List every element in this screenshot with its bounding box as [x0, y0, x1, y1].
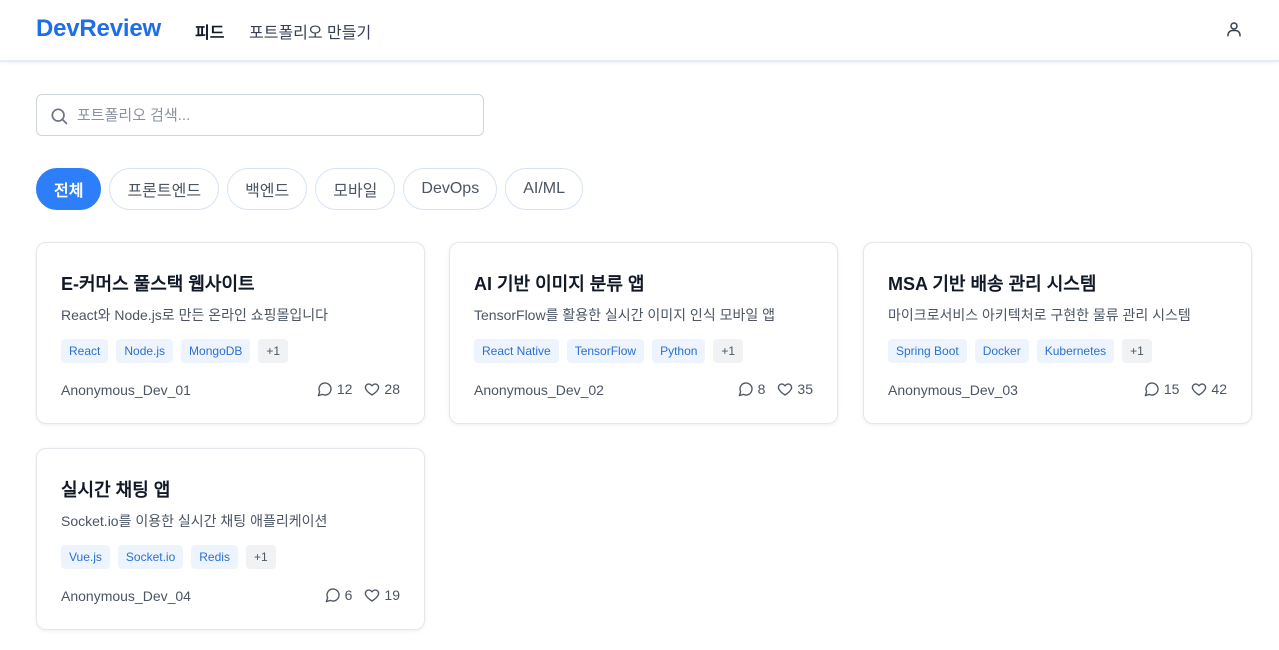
tech-tag: Redis	[191, 545, 238, 569]
like-count: 35	[777, 381, 813, 397]
comment-icon	[325, 588, 340, 603]
tech-tag: Node.js	[116, 339, 174, 363]
tech-tag: Spring Boot	[888, 339, 967, 363]
more-tags-badge: +1	[713, 339, 744, 363]
card-stats: 15 42	[1144, 381, 1227, 397]
card-stats: 12 28	[317, 381, 400, 397]
card-stats: 8 35	[738, 381, 813, 397]
search-box	[36, 94, 484, 136]
card-description: React와 Node.js로 만든 온라인 쇼핑몰입니다	[61, 307, 329, 323]
portfolio-card[interactable]: E-커머스 풀스택 웹사이트 React와 Node.js로 만든 온라인 쇼핑…	[36, 242, 425, 424]
comment-icon	[317, 382, 332, 397]
like-count: 42	[1191, 381, 1227, 397]
nav-feed[interactable]: 피드	[195, 19, 224, 43]
card-description: Socket.io를 이용한 실시간 채팅 애플리케이션	[61, 513, 328, 529]
user-profile-button[interactable]	[1222, 17, 1246, 41]
category-filters: 전체 프론트엔드 백엔드 모바일 DevOps AI/ML	[36, 168, 583, 210]
more-tags-badge: +1	[1122, 339, 1152, 363]
card-title: 실시간 채팅 앱	[61, 480, 171, 500]
tech-tag: Vue.js	[61, 545, 110, 569]
search-icon	[51, 108, 68, 125]
like-count: 19	[364, 587, 400, 603]
card-tags: Spring Boot Docker Kubernetes +1	[888, 339, 1152, 363]
comment-icon	[1144, 382, 1159, 397]
tech-tag: React	[61, 339, 109, 363]
card-title: AI 기반 이미지 분류 앱	[474, 274, 645, 294]
tech-tag: MongoDB	[181, 339, 251, 363]
card-author: Anonymous_Dev_02	[474, 382, 604, 398]
heart-icon	[365, 383, 380, 396]
tech-tag: React Native	[474, 339, 559, 363]
filter-devops[interactable]: DevOps	[403, 168, 498, 210]
tech-tag: TensorFlow	[566, 339, 645, 363]
more-tags-badge: +1	[258, 339, 289, 363]
card-title: MSA 기반 배송 관리 시스템	[888, 274, 1097, 294]
heart-icon	[1192, 383, 1207, 396]
card-description: 마이크로서비스 아키텍처로 구현한 물류 관리 시스템	[888, 307, 1191, 323]
card-author: Anonymous_Dev_01	[61, 382, 191, 398]
card-description: TensorFlow를 활용한 실시간 이미지 인식 모바일 앱	[474, 307, 775, 323]
filter-backend[interactable]: 백엔드	[227, 168, 308, 210]
card-tags: React Node.js MongoDB +1	[61, 339, 289, 363]
tech-tag: Python	[652, 339, 706, 363]
card-author: Anonymous_Dev_03	[888, 382, 1018, 398]
nav-create-portfolio[interactable]: 포트폴리오 만들기	[249, 19, 371, 43]
card-author: Anonymous_Dev_04	[61, 588, 191, 604]
tech-tag: Socket.io	[117, 545, 184, 569]
heart-icon	[778, 383, 793, 396]
card-tags: Vue.js Socket.io Redis +1	[61, 545, 276, 569]
portfolio-card[interactable]: AI 기반 이미지 분류 앱 TensorFlow를 활용한 실시간 이미지 인…	[449, 242, 838, 424]
app-logo[interactable]: DevReview	[36, 15, 161, 43]
portfolio-card[interactable]: MSA 기반 배송 관리 시스템 마이크로서비스 아키텍처로 구현한 물류 관리…	[863, 242, 1252, 424]
tech-tag: Docker	[974, 339, 1029, 363]
filter-frontend[interactable]: 프론트엔드	[109, 168, 220, 210]
like-count: 28	[364, 381, 400, 397]
card-stats: 6 19	[325, 587, 400, 603]
filter-all[interactable]: 전체	[36, 168, 102, 210]
portfolio-card[interactable]: 실시간 채팅 앱 Socket.io를 이용한 실시간 채팅 애플리케이션 Vu…	[36, 448, 425, 630]
comment-count: 15	[1144, 381, 1179, 397]
card-title: E-커머스 풀스택 웹사이트	[61, 274, 255, 294]
tech-tag: Kubernetes	[1036, 339, 1115, 363]
comment-icon	[738, 382, 753, 397]
search-input[interactable]	[77, 95, 477, 135]
filter-mobile[interactable]: 모바일	[315, 168, 396, 210]
heart-icon	[365, 589, 380, 602]
top-header: DevReview 피드 포트폴리오 만들기	[0, 0, 1279, 62]
card-tags: React Native TensorFlow Python +1	[474, 339, 744, 363]
filter-ai-ml[interactable]: AI/ML	[505, 168, 583, 210]
more-tags-badge: +1	[245, 545, 276, 569]
comment-count: 6	[325, 587, 352, 603]
comment-count: 8	[738, 381, 765, 397]
user-icon	[1227, 22, 1241, 37]
comment-count: 12	[317, 381, 352, 397]
